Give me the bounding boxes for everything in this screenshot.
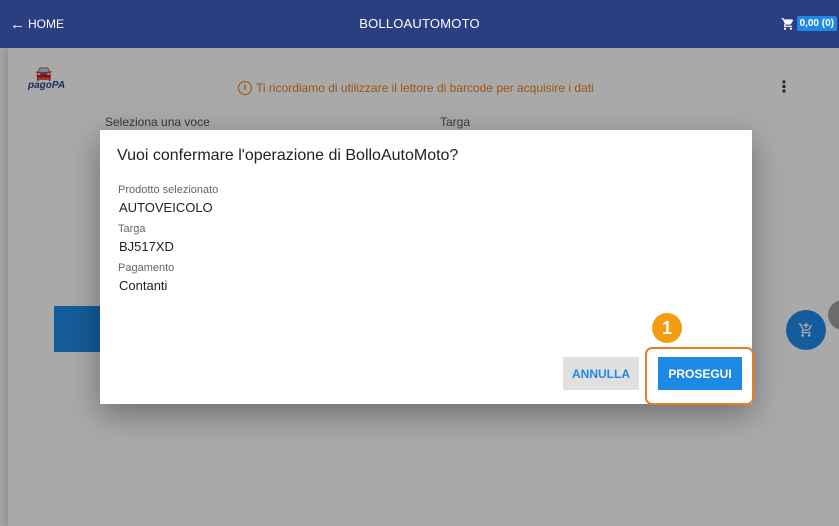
payment-label: Pagamento <box>118 262 175 274</box>
product-label: Prodotto selezionato <box>118 184 219 196</box>
confirm-highlight <box>645 347 754 405</box>
plate-field-label: Targa <box>118 223 146 235</box>
product-value: AUTOVEICOLO <box>119 200 213 215</box>
payment-value: Contanti <box>119 278 168 293</box>
cancel-button[interactable]: ANNULLA <box>563 357 639 390</box>
top-bar: ← HOME BOLLOAUTOMOTO 0,00 (0) <box>0 0 839 48</box>
plate-value: BJ517XD <box>119 239 174 254</box>
cart-button[interactable]: 0,00 (0) <box>781 16 837 31</box>
app-title: BOLLOAUTOMOTO <box>359 16 480 31</box>
dialog-title: Vuoi confermare l'operazione di BolloAut… <box>117 147 459 164</box>
cart-total-badge: 0,00 (0) <box>796 16 837 31</box>
screen: ← HOME BOLLOAUTOMOTO 0,00 (0) 🚘 pagoPA i… <box>0 0 839 526</box>
step-badge: 1 <box>652 313 682 343</box>
shopping-cart-icon <box>781 17 793 30</box>
